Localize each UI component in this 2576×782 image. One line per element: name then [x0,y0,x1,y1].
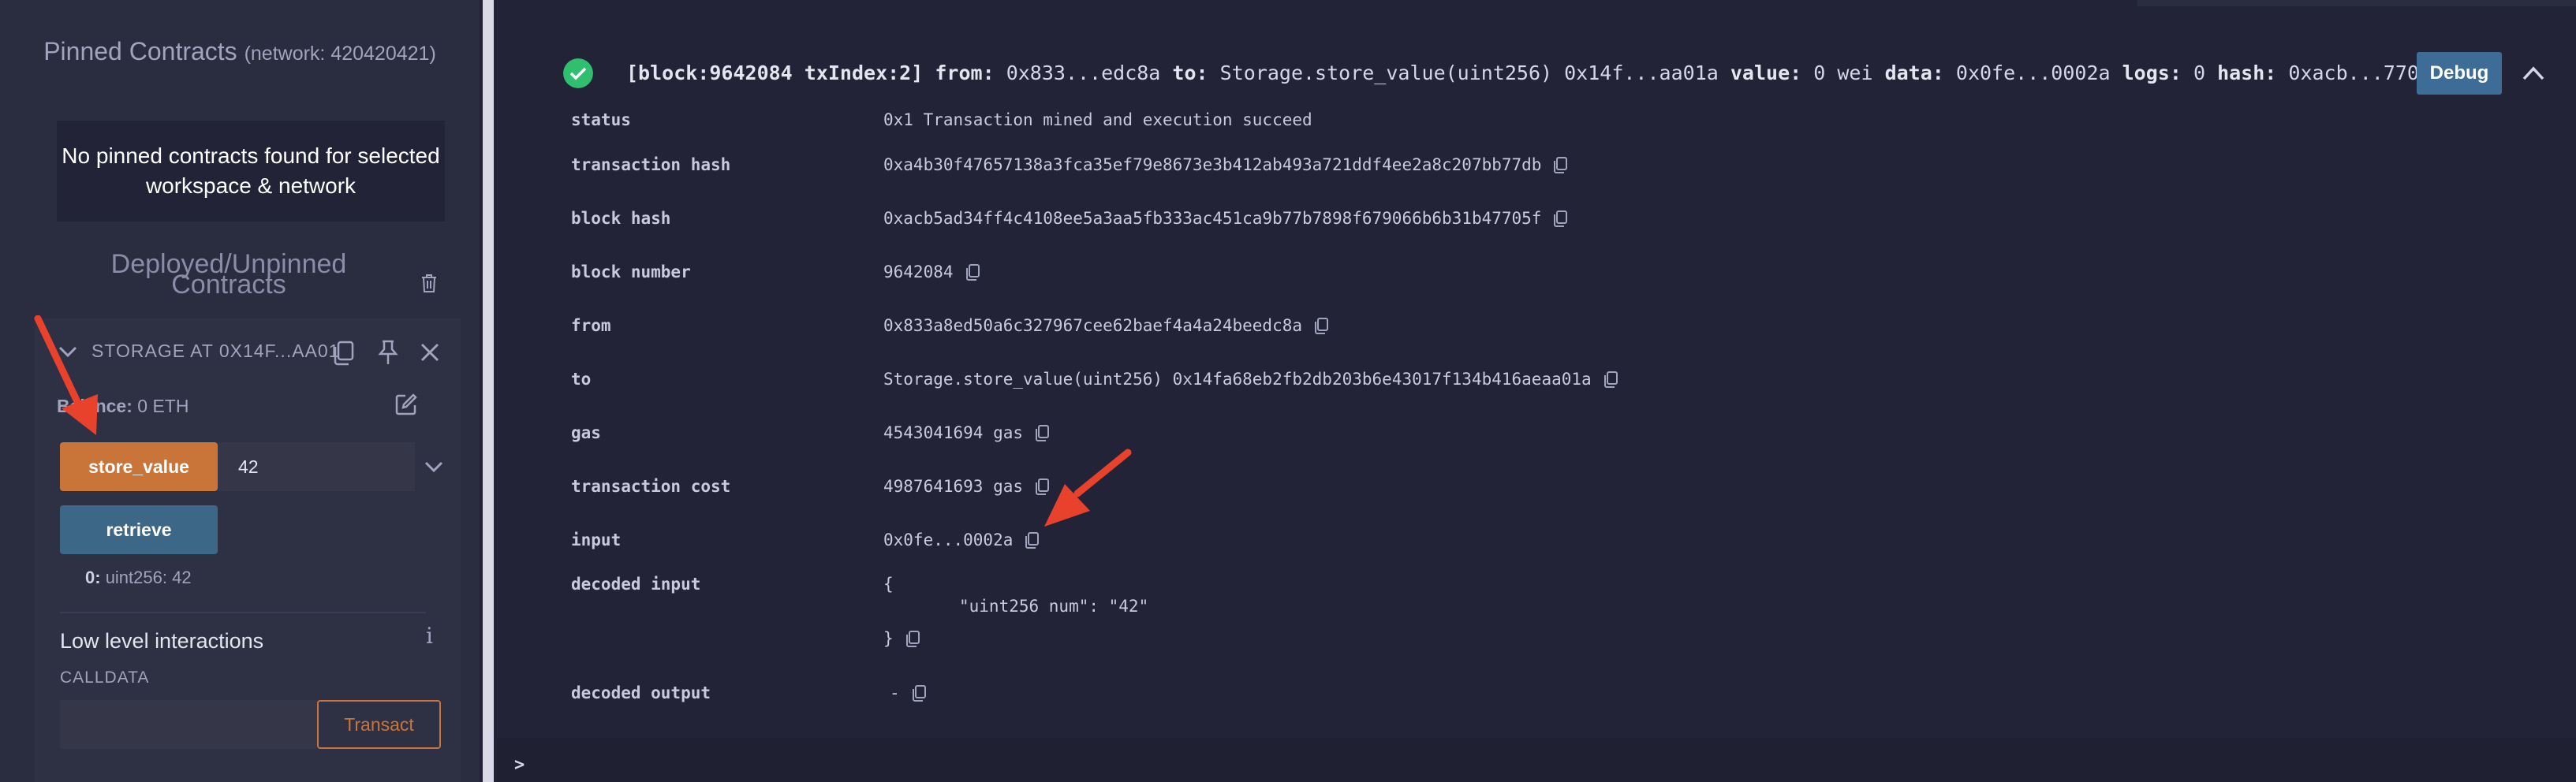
calldata-label: CALLDATA [60,668,150,687]
status-label: status [571,110,631,129]
low-level-interactions-title: Low level interactions [60,629,264,653]
annotation-arrow-icon [34,315,98,435]
pinned-empty-message: No pinned contracts found for selected w… [62,143,440,198]
copy-icon[interactable] [1024,532,1040,549]
splitter-handle[interactable] [483,0,494,782]
tx-hash-label: transaction hash [571,155,731,174]
block-number-row: 9642084 [883,263,980,281]
summary-to: Storage.store_value(uint256) 0x14f...aa0… [1219,61,1719,84]
deploy-run-panel: Pinned Contracts (network: 420420421) No… [0,0,480,782]
tx-cost-row: 4987641693 gas [883,477,1050,496]
block-hash-row: 0xacb5ad34ff4c4108ee5a3aa5fb333ac451ca9b… [883,209,1568,228]
copy-icon[interactable] [1603,371,1618,389]
summary-data-key: data: [1884,61,1944,84]
summary-hash-key: hash: [2217,61,2277,84]
debug-button[interactable]: Debug [2417,52,2502,95]
decoded-input-open: { [883,575,894,594]
info-icon[interactable]: i [426,623,433,649]
panel-splitter[interactable] [480,0,497,782]
summary-logs-key: logs: [2122,61,2182,84]
block-hash-label: block hash [571,209,671,228]
pinned-contracts-title: Pinned Contracts [43,37,237,65]
decoded-input-body: "uint256 num": "42" [959,597,1149,616]
block-hash-value: 0xacb5ad34ff4c4108ee5a3aa5fb333ac451ca9b… [883,209,1542,228]
section-divider [60,612,426,613]
block-number-value: 9642084 [883,263,954,281]
store-value-input[interactable]: 42 [218,442,415,491]
input-label: input [571,531,622,549]
copy-icon[interactable] [911,685,927,702]
store-value-button[interactable]: store_value [60,442,218,491]
chevron-up-icon[interactable] [2521,65,2546,82]
transact-button[interactable]: Transact [317,700,441,749]
tx-cost-label: transaction cost [571,477,731,496]
summary-data: 0x0fe...0002a [1955,61,2111,84]
retrieve-button[interactable]: retrieve [60,505,218,554]
decoded-input-close-row: } [883,629,920,648]
gas-label: gas [571,423,601,442]
summary-block: [block:9642084 txIndex:2] [626,61,924,84]
retrieve-output: 0: uint256: 42 [85,568,192,588]
copy-icon[interactable] [1552,210,1568,228]
edit-icon[interactable] [394,393,418,416]
input-value: 0x0fe...0002a [883,531,1014,549]
success-check-icon [563,58,593,88]
pinned-empty-box: No pinned contracts found for selected w… [57,121,445,222]
copy-icon[interactable] [331,341,355,366]
tx-hash-row: 0xa4b30f47657138a3fca35ef79e8673e3b412ab… [883,155,1568,174]
annotation-arrow-icon [1044,449,1132,527]
tx-hash-value: 0xa4b30f47657138a3fca35ef79e8673e3b412ab… [883,155,1542,174]
copy-icon[interactable] [1552,157,1568,174]
to-label: to [571,370,592,389]
deployed-contracts-title: Deployed/Unpinned Contracts [110,249,347,300]
decoded-output-value: - [890,683,900,702]
summary-to-key: to: [1172,61,1208,84]
gas-row: 4543041694 gas [883,423,1050,442]
terminal-prompt[interactable]: > [514,755,525,775]
terminal-panel: [block:9642084 txIndex:2] from: 0x833...… [497,0,2576,782]
summary-value-key: value: [1730,61,1802,84]
retrieve-output-value: uint256: 42 [105,568,192,587]
from-row: 0x833a8ed50a6c327967cee62baef4a4a24beedc… [883,316,1329,335]
copy-icon[interactable] [965,264,980,281]
chevron-down-icon[interactable] [423,459,445,475]
decoded-input-close: } [883,629,894,648]
to-row: Storage.store_value(uint256) 0x14fa68eb2… [883,370,1618,389]
calldata-input[interactable] [60,700,317,749]
decoded-output-row: - [890,683,927,702]
copy-icon[interactable] [905,631,920,648]
tx-cost-value: 4987641693 gas [883,477,1024,496]
pinned-contracts-header: Pinned Contracts (network: 420420421) [0,36,480,69]
close-icon[interactable] [420,342,440,363]
to-value: Storage.store_value(uint256) 0x14fa68eb2… [883,370,1592,389]
from-value: 0x833a8ed50a6c327967cee62baef4a4a24beedc… [883,316,1303,335]
summary-from-key: from: [935,61,995,84]
terminal-input-bar[interactable] [497,738,2576,782]
terminal-topbar [2137,0,2576,6]
retrieve-output-index: 0: [85,568,101,587]
balance-value: 0 ETH [137,396,189,416]
from-label: from [571,316,611,335]
decoded-output-label: decoded output [571,683,711,702]
pin-icon[interactable] [377,339,399,366]
pinned-network-label: (network: 420420421) [244,43,436,65]
status-value: 0x1 Transaction mined and execution succ… [883,110,1312,129]
summary-from: 0x833...edc8a [1006,61,1161,84]
copy-icon[interactable] [1313,318,1329,335]
input-row: 0x0fe...0002a [883,531,1040,549]
contract-name: STORAGE AT 0X14F...AA01 [91,341,340,361]
summary-value: 0 wei [1813,61,1873,84]
decoded-input-label: decoded input [571,575,701,594]
transaction-summary[interactable]: [block:9642084 txIndex:2] from: 0x833...… [626,61,2443,84]
summary-logs: 0 [2193,61,2206,84]
block-number-label: block number [571,263,691,281]
trash-icon[interactable] [420,272,439,294]
copy-icon[interactable] [1034,425,1050,442]
gas-value: 4543041694 gas [883,423,1024,442]
